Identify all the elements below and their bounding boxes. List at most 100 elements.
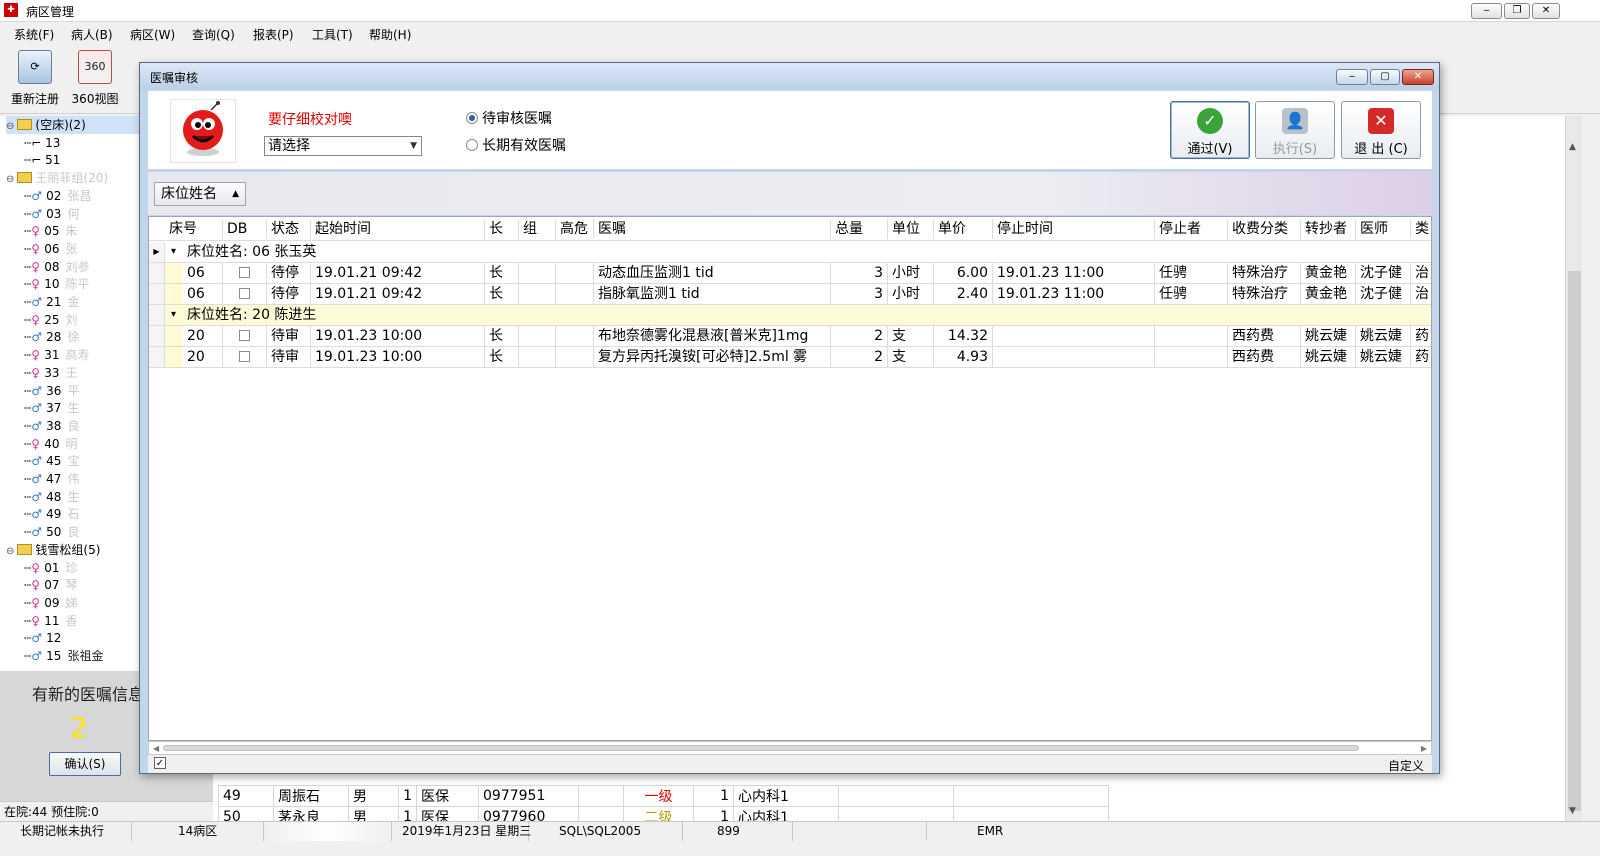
- select-all-checkbox[interactable]: ✓: [154, 757, 166, 769]
- tree-item-bed[interactable]: ┄♂ 38 良: [24, 417, 79, 435]
- tree-item-bed[interactable]: ┄♀ 05 朱: [24, 222, 78, 240]
- column-header-start[interactable]: 起始时间: [311, 219, 485, 239]
- order-row[interactable]: 06 待停 19.01.21 09:42 长 动态血压监测1 tid 3 小时 6.00 19.…: [149, 263, 1431, 284]
- order-cell-db[interactable]: [223, 347, 267, 367]
- column-header-copier[interactable]: 转抄者: [1301, 219, 1356, 239]
- tree-group[interactable]: ⊖ (空床)(2): [6, 116, 139, 134]
- menu-report[interactable]: 报表(P): [253, 26, 294, 43]
- tree-item-bed[interactable]: ┄♂ 37 生: [24, 399, 79, 417]
- column-header-type[interactable]: 类: [1411, 219, 1431, 239]
- tree-item-bed[interactable]: ┄♀ 10 陈平: [24, 275, 90, 293]
- scroll-up-icon[interactable]: ▲: [1569, 142, 1576, 152]
- column-header-group[interactable]: 组: [519, 219, 556, 239]
- menu-system[interactable]: 系统(F): [14, 26, 54, 43]
- order-cell-db[interactable]: [223, 284, 267, 304]
- collapse-icon[interactable]: ⊖: [6, 174, 14, 185]
- tree-item-bed[interactable]: ┄♀ 09 娣: [24, 594, 78, 612]
- group-collapse-icon[interactable]: ▾: [171, 305, 176, 325]
- group-by-chip[interactable]: 床位姓名 ▲: [154, 182, 246, 206]
- group-header-row[interactable]: ▾ 床位姓名: 20 陈进生: [149, 305, 1431, 326]
- column-header-price[interactable]: 单价: [934, 219, 993, 239]
- tree-item-bed[interactable]: ┄⌐ 51: [24, 151, 60, 169]
- radio-long-term-indicator[interactable]: [466, 139, 478, 151]
- scroll-right-icon[interactable]: ▶: [1421, 742, 1427, 755]
- scroll-down-icon[interactable]: ▼: [1569, 806, 1576, 816]
- dialog-minimize-button[interactable]: ‒: [1336, 69, 1368, 85]
- scroll-thumb[interactable]: [1568, 271, 1581, 811]
- order-cell-db[interactable]: [223, 263, 267, 283]
- menu-help[interactable]: 帮助(H): [369, 26, 411, 43]
- menu-query[interactable]: 查询(Q): [192, 26, 235, 43]
- tree-group[interactable]: ⊖ 钱雪松组(5): [6, 541, 100, 559]
- group-header-row[interactable]: ▶ ▾ 床位姓名: 06 张玉英: [149, 242, 1431, 263]
- menu-patient[interactable]: 病人(B): [71, 26, 113, 43]
- collapse-icon[interactable]: ⊖: [6, 121, 14, 132]
- column-header-order[interactable]: 医嘱: [594, 219, 831, 239]
- minimize-button[interactable]: ‒: [1471, 3, 1502, 19]
- tree-item-bed[interactable]: ┄♀ 06 张: [24, 240, 78, 258]
- column-header-db[interactable]: DB: [223, 219, 267, 239]
- restore-button[interactable]: ❐: [1504, 3, 1530, 19]
- main-vertical-scrollbar[interactable]: ▲ ▼: [1565, 116, 1582, 821]
- menu-tools[interactable]: 工具(T): [312, 26, 353, 43]
- radio-pending-indicator[interactable]: [466, 112, 478, 124]
- tree-item-bed[interactable]: ┄♂ 02 张昌: [24, 187, 91, 205]
- column-header-stopper[interactable]: 停止者: [1155, 219, 1228, 239]
- tree-item-bed[interactable]: ┄♂ 21 金: [24, 293, 79, 311]
- tree-item-bed[interactable]: ┄♂ 47 伟: [24, 470, 79, 488]
- tree-item-bed[interactable]: ┄♂ 03 何: [24, 205, 79, 223]
- execute-button[interactable]: 👤 执行(S): [1255, 101, 1335, 159]
- tree-item-bed[interactable]: ┄♀ 11 香: [24, 612, 78, 630]
- tree-item-bed[interactable]: ┄♀ 01 珍: [24, 559, 78, 577]
- radio-pending-review[interactable]: 待审核医嘱: [466, 108, 552, 128]
- tree-item-bed[interactable]: ┄⌐ 13: [24, 134, 60, 152]
- dialog-close-button[interactable]: ✕: [1402, 69, 1434, 85]
- db-checkbox[interactable]: [239, 330, 250, 341]
- filter-select[interactable]: 请选择 ▼: [264, 136, 422, 156]
- tree-group[interactable]: ⊖ 王丽菲组(20): [6, 169, 108, 187]
- tree-item-bed[interactable]: ┄♂ 49 石: [24, 505, 79, 523]
- order-cell-db[interactable]: [223, 326, 267, 346]
- close-button[interactable]: ✕: [1532, 3, 1560, 19]
- column-header-status[interactable]: 状态: [267, 219, 311, 239]
- exit-button[interactable]: ✕ 退 出 (C): [1341, 101, 1421, 159]
- column-header-bed[interactable]: 床号: [165, 219, 223, 239]
- tree-item-bed[interactable]: ┄♀ 31 高寿: [24, 346, 90, 364]
- order-row[interactable]: 20 待审 19.01.23 10:00 长 布地奈德雾化混悬液[普米克]1mg 2 支 14…: [149, 326, 1431, 347]
- approve-button[interactable]: ✓ 通过(V): [1170, 101, 1250, 159]
- patient-tree[interactable]: ⊖ (空床)(2) ┄⌐ 13 ┄⌐ 51 ⊖ 王丽菲组(20) ┄♂ 02 张昌 ┄♂ 03 何…: [0, 116, 140, 671]
- column-header-doctor[interactable]: 医师: [1356, 219, 1411, 239]
- column-header-risk[interactable]: 高危: [556, 219, 594, 239]
- group-collapse-icon[interactable]: ▾: [171, 242, 176, 262]
- column-header-unit[interactable]: 单位: [888, 219, 934, 239]
- tree-item-bed[interactable]: ┄♂ 15 张祖金: [24, 647, 103, 665]
- tree-item-bed[interactable]: ┄♂ 12: [24, 629, 67, 647]
- tree-item-bed[interactable]: ┄♀ 07 琴: [24, 576, 78, 594]
- column-header-total[interactable]: 总量: [831, 219, 888, 239]
- db-checkbox[interactable]: [239, 351, 250, 362]
- tree-item-bed[interactable]: ┄♂ 28 徐: [24, 328, 79, 346]
- customize-link[interactable]: 自定义: [1388, 757, 1424, 774]
- tree-item-bed[interactable]: ┄♂ 50 良: [24, 523, 79, 541]
- db-checkbox[interactable]: [239, 267, 250, 278]
- column-header-long[interactable]: 长: [485, 219, 519, 239]
- grid-scroll-thumb[interactable]: [163, 745, 1359, 751]
- order-row[interactable]: 20 待审 19.01.23 10:00 长 复方异丙托溴铵[可必特]2.5ml 雾2支…: [149, 347, 1431, 368]
- tree-item-bed[interactable]: ┄♀ 40 明: [24, 435, 78, 453]
- menu-ward[interactable]: 病区(W): [130, 26, 175, 43]
- tree-item-bed[interactable]: ┄♀ 08 刘参: [24, 258, 90, 276]
- tree-item-bed[interactable]: ┄♂ 45 宝: [24, 452, 79, 470]
- collapse-icon[interactable]: ⊖: [6, 546, 14, 557]
- dialog-maximize-button[interactable]: ▢: [1370, 69, 1400, 85]
- notice-confirm-button[interactable]: 确认(S): [49, 752, 121, 776]
- view-360-button[interactable]: 360 360视图: [60, 50, 130, 107]
- grid-horizontal-scrollbar[interactable]: ◀ ▶: [148, 741, 1432, 755]
- scroll-left-icon[interactable]: ◀: [153, 742, 159, 755]
- tree-item-bed[interactable]: ┄♂ 48 生: [24, 488, 79, 506]
- column-header-fee_class[interactable]: 收费分类: [1228, 219, 1301, 239]
- order-row[interactable]: 06 待停 19.01.21 09:42 长 指脉氧监测1 tid 3 小时 2.40 19.0…: [149, 284, 1431, 305]
- radio-long-term-valid[interactable]: 长期有效医嘱: [466, 135, 566, 155]
- tree-item-bed[interactable]: ┄♀ 25 刘: [24, 311, 78, 329]
- column-header-stop_time[interactable]: 停止时间: [993, 219, 1155, 239]
- db-checkbox[interactable]: [239, 288, 250, 299]
